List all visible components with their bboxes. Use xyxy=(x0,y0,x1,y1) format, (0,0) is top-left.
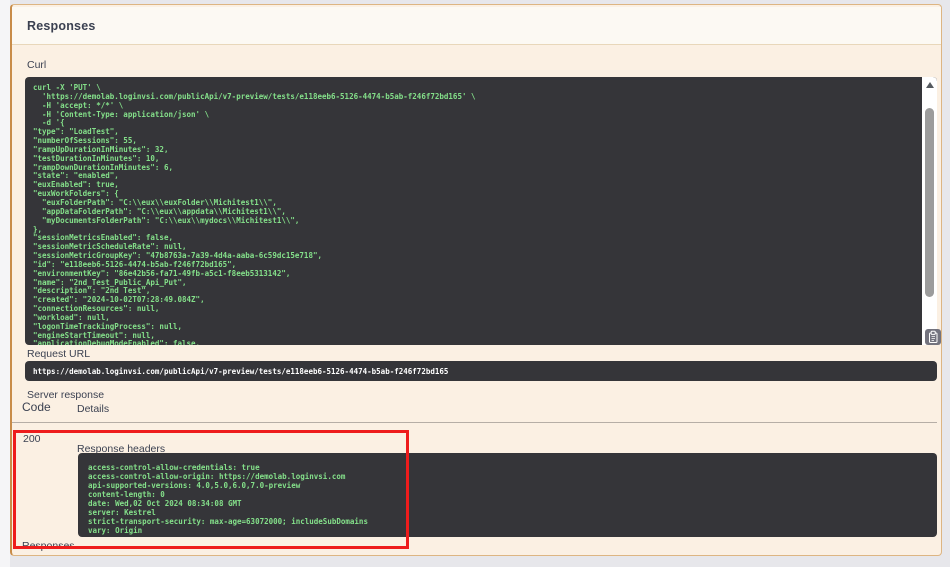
page: { "panel": { "section_title": "Responses… xyxy=(0,0,950,567)
page-left-gutter xyxy=(0,0,10,567)
curl-code-block: curl -X 'PUT' \ 'https://demolab.loginvs… xyxy=(25,77,937,345)
copy-icon xyxy=(925,329,941,345)
table-header-divider xyxy=(12,422,937,423)
responses-section-header: Responses xyxy=(12,7,941,45)
copy-button[interactable] xyxy=(925,329,941,345)
curl-scrollbar[interactable] xyxy=(922,77,937,345)
curl-label: Curl xyxy=(27,59,46,71)
details-column-header: Details xyxy=(77,403,109,415)
code-column-header: Code xyxy=(22,400,51,414)
responses-section-title: Responses xyxy=(27,19,96,33)
annotation-red-box xyxy=(13,430,409,549)
request-url-bar: https://demolab.loginvsi.com/publicApi/v… xyxy=(25,361,937,381)
request-url-text: https://demolab.loginvsi.com/publicApi/v… xyxy=(33,367,448,376)
curl-scrollbar-thumb[interactable] xyxy=(925,108,934,297)
curl-command-text: curl -X 'PUT' \ 'https://demolab.loginvs… xyxy=(25,77,937,345)
request-url-label: Request URL xyxy=(27,348,90,360)
scroll-up-icon[interactable] xyxy=(926,82,934,88)
